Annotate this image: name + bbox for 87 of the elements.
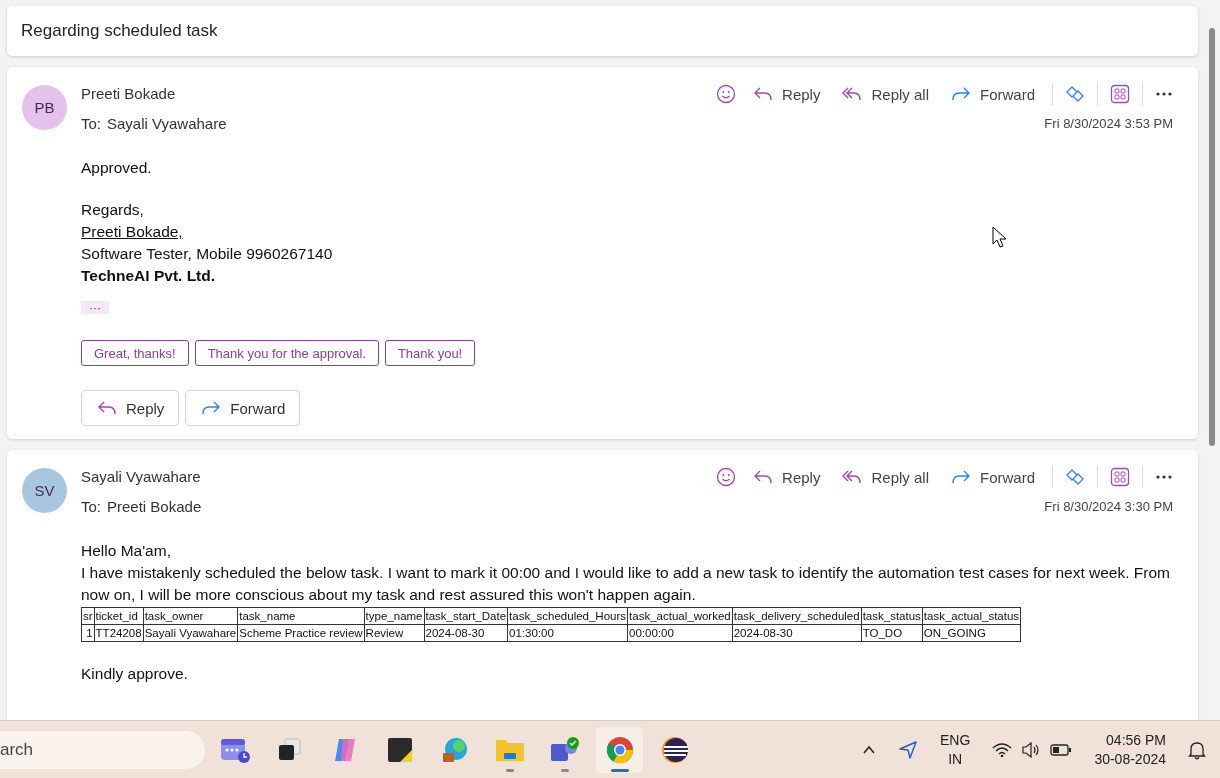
body-text: Hello Ma'am, (81, 541, 172, 561)
apps-icon[interactable] (1110, 84, 1130, 104)
recipient-name[interactable]: Sayali Vyawahare (107, 115, 227, 133)
striped-circle-icon (659, 734, 690, 765)
to-label: To: (81, 115, 101, 133)
table-cell: Sayali Vyawahare (143, 624, 238, 642)
body-text: Regards, (81, 200, 145, 220)
sent-date: Fri 8/30/2024 3:30 PM (1044, 498, 1173, 516)
swirl-briefcase-icon (440, 735, 469, 764)
table-cell: 2024-08-30 (424, 624, 508, 642)
speaker-icon[interactable] (1021, 740, 1042, 759)
table-cell: Scheme Practice review (237, 624, 365, 642)
body-text: I have mistakenly scheduled the below task. I want to mark it 00:00 and I would like to add a new task to identify the automation test cases for next week. From now on, I will be more conscious about my task and rest assured this won't happen again. (81, 563, 1171, 605)
reply-button[interactable]: Reply (748, 468, 826, 486)
overlapping-squares-icon (276, 736, 303, 763)
column-header: task_name (237, 607, 365, 625)
avatar: PB (22, 85, 67, 130)
body-text: Approved. (81, 158, 153, 178)
more-icon[interactable] (1155, 91, 1173, 97)
running-indicator (560, 768, 569, 772)
emoji-icon[interactable] (716, 84, 737, 104)
table-cell: TO_DO (861, 624, 923, 642)
language-indicator[interactable]: ENG IN (940, 730, 971, 769)
table-cell: 1 (81, 624, 95, 642)
reply-button[interactable]: Reply (81, 390, 180, 426)
to-label: To: (81, 498, 101, 516)
sender-name[interactable]: Preeti Bokade (81, 85, 227, 103)
emoji-icon[interactable] (716, 467, 737, 487)
reply-arrow-icon (753, 86, 774, 102)
circle-logo-icon (604, 734, 635, 765)
sent-date: Fri 8/30/2024 3:53 PM (1044, 115, 1173, 133)
company-name: TechneAI Pvt. Ltd. (81, 266, 217, 286)
body-text: Software Tester, Mobile 9960267140 (81, 244, 334, 264)
table-cell: Review (364, 624, 424, 642)
column-header: task_owner (143, 607, 238, 625)
location-arrow-icon[interactable] (898, 739, 919, 760)
diamond-icon[interactable] (1065, 84, 1085, 104)
table-cell: 00:00:00 (627, 624, 733, 642)
table-cell: TT24208 (94, 624, 144, 642)
reply-arrow-icon (96, 400, 118, 416)
email-subject: Regarding scheduled task (21, 21, 218, 41)
show-more-button[interactable]: ··· (81, 301, 109, 314)
column-header: sr (81, 607, 95, 625)
double-arrow-icon (842, 86, 863, 102)
mouse-cursor-icon (992, 226, 1008, 250)
table-cell: ON_GOING (922, 624, 1021, 642)
column-header: task_start_Date (424, 607, 508, 625)
diamond-icon[interactable] (1065, 467, 1085, 487)
forward-button[interactable]: Forward (946, 85, 1040, 103)
forward-button[interactable]: Forward (946, 468, 1040, 486)
forward-arrow-icon (951, 469, 971, 485)
notification-bell-icon[interactable] (1188, 739, 1206, 760)
wifi-icon[interactable] (992, 741, 1013, 758)
suggested-reply[interactable]: Great, thanks! (81, 340, 189, 366)
double-arrow-icon (842, 469, 863, 485)
running-indicator (610, 768, 629, 772)
table-cell: 2024-08-30 (732, 624, 862, 642)
column-header: task_actual_status (922, 607, 1021, 625)
column-header: task_scheduled_Hours (507, 607, 628, 625)
avatar: SV (22, 468, 67, 513)
scrollbar-thumb[interactable] (1209, 28, 1215, 446)
reply-button[interactable]: Reply (748, 85, 826, 103)
suggested-reply[interactable]: Thank you for the approval. (194, 340, 379, 366)
running-indicator (505, 768, 514, 772)
column-header: task_actual_worked (627, 607, 733, 625)
search-field[interactable]: arch (0, 730, 205, 769)
clock[interactable]: 04:56 PM 30-08-2024 (1094, 730, 1166, 769)
body-text: Kindly approve. (81, 664, 189, 684)
reply-all-button[interactable]: Reply all (837, 85, 934, 103)
signature-link[interactable]: Preeti Bokade, (81, 223, 183, 240)
suggested-reply[interactable]: Thank you! (384, 340, 476, 366)
column-header: type_name (364, 607, 424, 625)
chevron-up-icon[interactable] (862, 744, 877, 755)
column-header: task_status (861, 607, 923, 625)
reply-arrow-icon (753, 469, 774, 485)
table-cell: 01:30:00 (507, 624, 628, 642)
sticky-note-icon (386, 736, 413, 763)
reply-all-button[interactable]: Reply all (837, 468, 934, 486)
more-icon[interactable] (1155, 474, 1173, 480)
recipient-name[interactable]: Preeti Bokade (107, 498, 202, 516)
column-header: ticket_id (94, 607, 144, 625)
forward-arrow-icon (951, 86, 971, 102)
sender-name[interactable]: Sayali Vyawahare (81, 468, 202, 486)
column-header: task_delivery_scheduled (732, 607, 862, 625)
battery-icon[interactable] (1050, 742, 1073, 757)
apps-icon[interactable] (1110, 467, 1130, 487)
forward-button[interactable]: Forward (185, 390, 301, 426)
